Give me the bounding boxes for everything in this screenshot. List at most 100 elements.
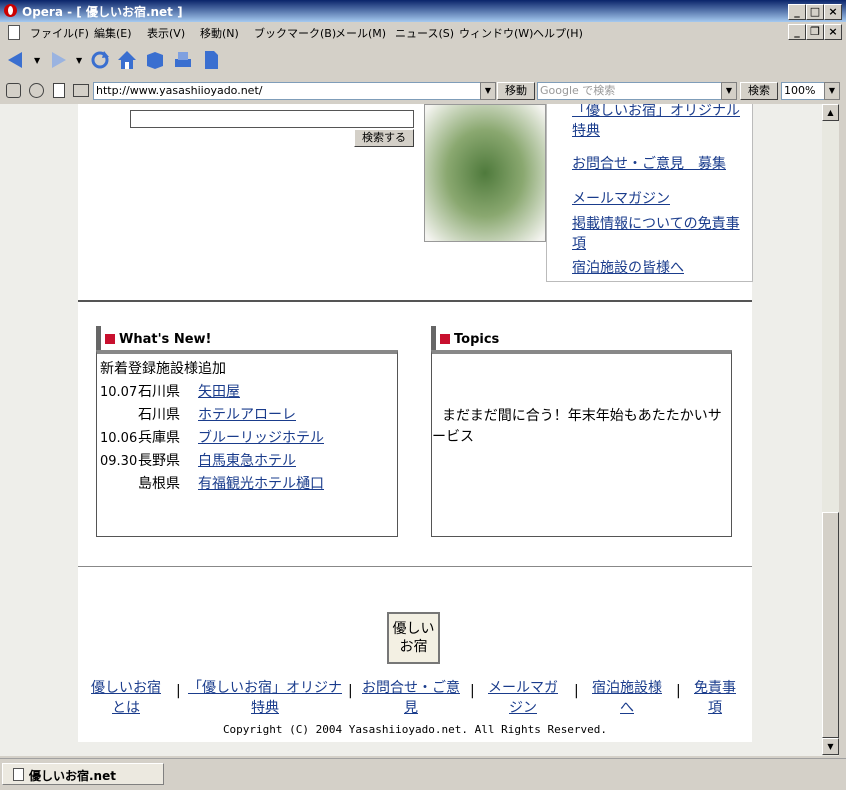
footer-separator: | (676, 683, 681, 699)
web-page: 検索する 「優しいお宿」オリジナル特典 お問合せ・ご意見 募集 メールマガジン … (78, 104, 753, 742)
copyright: Copyright (C) 2004 Yasashiioyado.net. Al… (222, 723, 608, 736)
doc-restore-button[interactable]: ❐ (806, 24, 824, 40)
menu-news[interactable]: ニュース(S) (395, 25, 454, 41)
address-bar: http://www.yasashiioyado.net/ ▼ 移動 Googl… (0, 78, 846, 102)
menu-help[interactable]: ヘルプ(H) (533, 25, 583, 41)
scroll-down-button[interactable]: ▼ (822, 738, 839, 755)
close-button[interactable]: × (824, 4, 842, 20)
back-icon[interactable] (6, 50, 26, 70)
menu-edit[interactable]: 編集(E) (94, 25, 132, 41)
site-search-input[interactable] (130, 110, 414, 128)
bookmarks-icon[interactable] (145, 50, 165, 70)
news-row: 09.30長野県 白馬東急ホテル (100, 450, 394, 470)
news-date: 10.06 (100, 431, 138, 446)
footer-link-benefit[interactable]: 「優しいお宿」オリジナ特典 (188, 677, 342, 717)
new-page-icon[interactable] (201, 50, 221, 70)
whats-new-title-text: What's New! (119, 332, 212, 347)
topics-panel: まだまだ間に合う！年末年始もあたたかいサービス (431, 350, 732, 537)
news-link[interactable]: 矢田屋 (198, 384, 240, 400)
minimize-button[interactable]: _ (788, 4, 806, 20)
zoom-field[interactable]: 100% (781, 82, 825, 100)
home-icon[interactable] (117, 50, 137, 70)
navigation-toolbar: ▼ ▼ (0, 42, 846, 79)
footer-link-about[interactable]: 優しいお宿とは (86, 677, 166, 717)
footer-separator: | (574, 683, 579, 699)
reload-icon[interactable] (90, 50, 110, 70)
forward-dropdown-icon[interactable]: ▼ (76, 56, 82, 65)
zoom-dropdown-icon[interactable]: ▼ (824, 82, 840, 100)
scroll-thumb[interactable] (822, 512, 839, 738)
topics-title-text: Topics (454, 332, 500, 347)
news-prefecture: 石川県 (138, 407, 180, 423)
search-button[interactable]: 検索 (740, 82, 778, 100)
news-row: 島根県 有福観光ホテル樋口 (100, 473, 394, 493)
window-title: Opera - [ 優しいお宿.net ] (22, 5, 183, 19)
print-preview-icon[interactable] (73, 84, 89, 97)
wand-icon[interactable] (29, 83, 44, 98)
title-bar: Opera - [ 優しいお宿.net ] _ □ × (0, 0, 846, 22)
url-dropdown-icon[interactable]: ▼ (480, 82, 496, 100)
menu-bar: ファイル(F) 編集(E) 表示(V) 移動(N) ブックマーク(B) メール(… (0, 22, 846, 42)
print-icon[interactable] (173, 50, 193, 70)
status-bar: 優しいお宿.net (0, 758, 846, 790)
footer-separator: | (348, 683, 353, 699)
footer-separator: | (470, 683, 475, 699)
forward-icon[interactable] (48, 50, 68, 70)
menu-bookmarks[interactable]: ブックマーク(B) (254, 25, 336, 41)
maximize-button[interactable]: □ (806, 4, 824, 20)
news-prefecture: 兵庫県 (138, 430, 180, 446)
news-date: 10.07 (100, 385, 138, 400)
back-dropdown-icon[interactable]: ▼ (34, 56, 40, 65)
url-input[interactable]: http://www.yasashiioyado.net/ (93, 82, 483, 100)
footer-logo[interactable]: 優しいお宿 (387, 612, 440, 664)
document-icon[interactable] (53, 83, 65, 98)
menu-window[interactable]: ウィンドウ(W) (459, 25, 533, 41)
side-link-original-benefit[interactable]: 「優しいお宿」オリジナル特典 (572, 104, 747, 141)
whats-new-heading: 新着登録施設様追加 (100, 361, 226, 377)
page-tab-icon (13, 768, 24, 781)
opera-logo-icon (4, 4, 17, 17)
bullet-icon (105, 334, 115, 344)
news-row: 10.07石川県 矢田屋 (100, 381, 394, 401)
side-link-disclaimer[interactable]: 掲載情報についての免責事項 (572, 214, 747, 254)
search-dropdown-icon[interactable]: ▼ (721, 82, 737, 100)
page-tab-label: 優しいお宿.net (29, 769, 116, 783)
side-link-facilities[interactable]: 宿泊施設の皆様へ (572, 258, 747, 278)
search-input[interactable]: Google で検索 (537, 82, 723, 100)
footer-link-mail-magazine[interactable]: メールマガジン (484, 677, 562, 717)
news-prefecture: 長野県 (138, 453, 180, 469)
section-divider (78, 300, 752, 302)
news-link[interactable]: ホテルアローレ (198, 407, 296, 423)
footer-divider (78, 566, 752, 567)
footer-link-inquiry[interactable]: お問合せ・ご意見 (362, 677, 460, 717)
menu-mail[interactable]: メール(M) (335, 25, 386, 41)
news-prefecture: 島根県 (138, 476, 180, 492)
side-link-mail-magazine[interactable]: メールマガジン (572, 189, 747, 209)
security-icon[interactable] (6, 83, 21, 98)
footer-nav: 優しいお宿とは | 「優しいお宿」オリジナ特典 | お問合せ・ご意見 | メール… (84, 675, 748, 717)
page-icon (8, 25, 20, 40)
doc-minimize-button[interactable]: _ (788, 24, 806, 40)
news-link[interactable]: 有福観光ホテル樋口 (198, 476, 324, 492)
site-search-button[interactable]: 検索する (354, 129, 414, 147)
side-link-inquiry[interactable]: お問合せ・ご意見 募集 (572, 154, 747, 174)
footer-link-facilities[interactable]: 宿泊施設様へ (590, 677, 664, 717)
footer-link-disclaimer[interactable]: 免責事項 (688, 677, 742, 717)
go-button[interactable]: 移動 (497, 82, 535, 100)
scroll-up-button[interactable]: ▲ (822, 104, 839, 121)
whats-new-panel: 新着登録施設様追加 10.07石川県 矢田屋 石川県 ホテルアローレ 10.06兵庫… (96, 350, 398, 537)
news-link[interactable]: 白馬東急ホテル (198, 453, 296, 469)
news-prefecture: 石川県 (138, 384, 180, 400)
news-row: 10.06兵庫県 ブルーリッジホテル (100, 427, 394, 447)
news-date: 09.30 (100, 454, 138, 469)
doc-close-button[interactable]: × (824, 24, 842, 40)
page-tab[interactable]: 優しいお宿.net (2, 763, 164, 785)
news-link[interactable]: ブルーリッジホテル (198, 430, 324, 446)
menu-view[interactable]: 表示(V) (147, 25, 185, 41)
menu-file[interactable]: ファイル(F) (30, 25, 89, 41)
page-viewport: 検索する 「優しいお宿」オリジナル特典 お問合せ・ご意見 募集 メールマガジン … (0, 104, 822, 756)
vertical-scrollbar[interactable]: ▲ ▼ (822, 104, 839, 756)
menu-go[interactable]: 移動(N) (200, 25, 239, 41)
topics-text: まだまだ間に合う！年末年始もあたたかいサービス (432, 408, 722, 445)
side-links-box: 「優しいお宿」オリジナル特典 お問合せ・ご意見 募集 メールマガジン 掲載情報に… (546, 104, 753, 282)
